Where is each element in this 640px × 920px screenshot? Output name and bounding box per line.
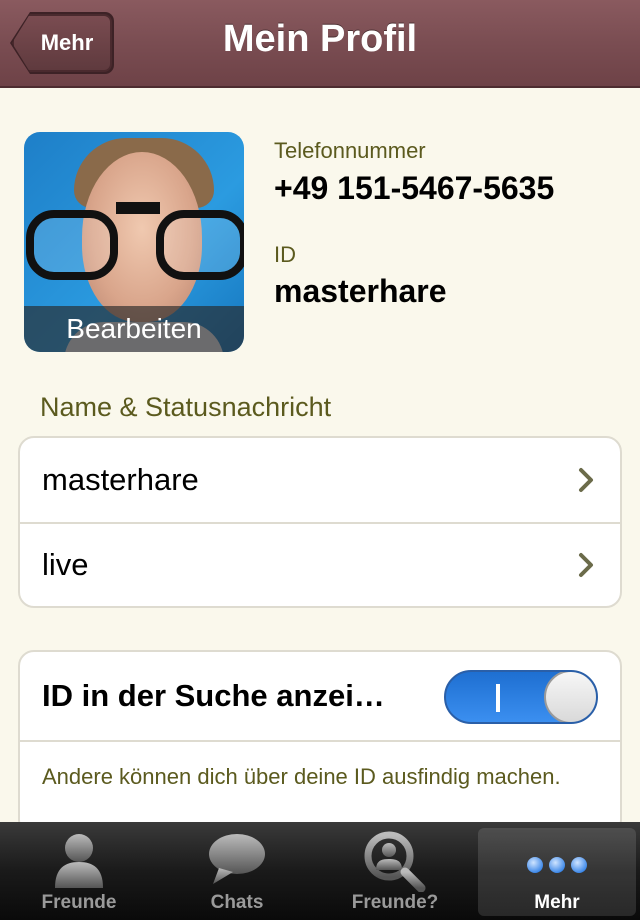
toggle-knob[interactable] (544, 672, 596, 722)
avatar-glasses-left (26, 210, 118, 280)
id-search-label: ID in der Suche anzei… (42, 678, 385, 713)
phone-label: Telefonnummer (274, 138, 426, 163)
id-search-toggle[interactable] (444, 670, 598, 724)
name-row-label: masterhare (42, 462, 199, 497)
page-title: Mein Profil (222, 18, 418, 60)
person-icon (55, 834, 103, 888)
phone-value: +49 151-5467-5635 (274, 170, 555, 206)
avatar-glasses-bridge (116, 202, 160, 214)
tab-mehr-label: Mehr (534, 892, 580, 913)
avatar-edit-button[interactable]: Bearbeiten (24, 306, 244, 352)
id-search-group: ID in der Suche anzei… Andere können dic… (18, 650, 622, 836)
navigation-bar: Mehr Mein Profil (0, 0, 640, 88)
id-label: ID (274, 242, 296, 267)
chevron-right-icon (579, 468, 593, 492)
tab-bar: Freunde Chats Freunde? Mehr (0, 822, 640, 920)
name-status-section-title: Name & Statusnachricht (40, 392, 332, 422)
chevron-right-icon (579, 553, 593, 577)
tab-freunde[interactable]: Freunde (0, 822, 158, 920)
toggle-on-indicator (496, 684, 500, 712)
tab-mehr[interactable]: Mehr (478, 828, 636, 916)
name-row[interactable]: masterhare (20, 438, 620, 522)
tab-freunde-suche-label: Freunde? (351, 892, 439, 913)
profile-avatar[interactable]: Bearbeiten (24, 132, 244, 352)
status-row-label: live (42, 547, 89, 582)
more-dots-icon (527, 857, 587, 873)
tab-freunde-label: Freunde (41, 892, 117, 913)
id-value: masterhare (274, 273, 447, 309)
tab-chats-label: Chats (210, 892, 264, 913)
name-status-group: masterhare live (18, 436, 622, 608)
id-search-row: ID in der Suche anzei… (20, 652, 620, 740)
status-row[interactable]: live (20, 522, 620, 606)
avatar-glasses-right (156, 210, 244, 280)
tab-chats[interactable]: Chats (158, 822, 316, 920)
speech-bubble-icon (209, 834, 265, 884)
magnifier-person-icon (364, 831, 426, 892)
tab-freunde-suche[interactable]: Freunde? (316, 822, 474, 920)
